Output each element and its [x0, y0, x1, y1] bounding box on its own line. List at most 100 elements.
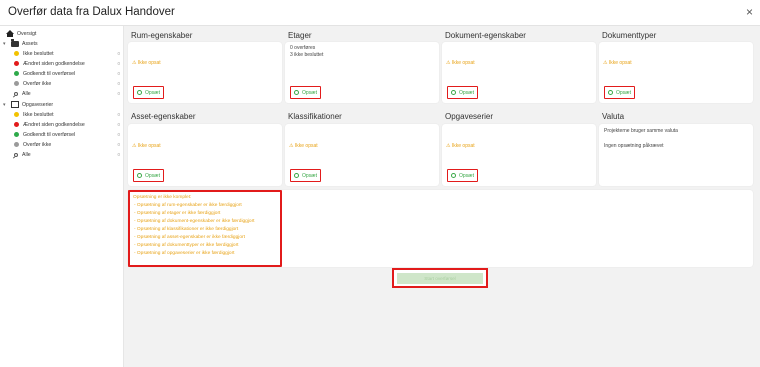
status-dot-icon	[14, 122, 19, 127]
sidebar-item-label: Ændret siden godkendelse	[23, 121, 85, 128]
status-dot-icon	[14, 81, 19, 86]
card-task-series: ⚠ Ikke opsat Opsæt	[442, 124, 596, 186]
sidebar-group-assets[interactable]: ▾ Assets	[0, 39, 124, 48]
warning-line: - Opsætning af opgaveserier er ikke færd…	[134, 251, 235, 256]
section-title: Dokumenttyper	[602, 31, 657, 40]
chevron-down-icon[interactable]: ▾	[3, 41, 6, 47]
warning-line: - Opsætning af rum-egenskaber er ikke fæ…	[134, 203, 242, 208]
info-line: Ingen opsætning påkrævet	[604, 143, 664, 149]
title-bar: Overfør data fra Dalux Handover ×	[0, 0, 760, 26]
card-document-types: ⚠ Ikke opsat Opsæt	[599, 42, 753, 103]
setup-button[interactable]: Opsæt	[447, 169, 479, 182]
button-label: Opsæt	[302, 89, 318, 96]
window-title: Overfør data fra Dalux Handover	[8, 6, 175, 18]
sidebar-item-label: Oversigt	[17, 30, 37, 37]
setup-button[interactable]: Opsæt	[133, 86, 165, 99]
sidebar-item-tasks-all[interactable]: Alle 0	[0, 150, 124, 159]
gear-icon	[294, 173, 299, 178]
warning-line: - Opsætning af etager er ikke færdiggjor…	[134, 211, 221, 216]
gear-icon	[451, 90, 456, 95]
setup-button[interactable]: Opsæt	[447, 86, 479, 99]
setup-button[interactable]: Opsæt	[604, 86, 636, 99]
section-title: Valuta	[602, 112, 625, 121]
section-title: Etager	[288, 31, 312, 40]
sidebar-item-label: Godkendt til overførsel	[23, 70, 76, 77]
warning-line: - Opsætning af klassifikationer er ikke …	[134, 227, 239, 232]
sidebar-item-label: Overfør ikke	[23, 141, 52, 148]
sidebar-item-tasks-approved[interactable]: Godkendt til overførsel 0	[0, 130, 124, 139]
info-line: 3 ikke besluttet	[290, 52, 324, 58]
item-count: 0	[117, 91, 120, 96]
warning-line: - Opsætning af asset-egenskaber er ikke …	[134, 235, 245, 240]
close-icon[interactable]: ×	[746, 5, 753, 19]
section-title: Rum-egenskaber	[131, 31, 193, 40]
section-title: Asset-egenskaber	[131, 112, 196, 121]
home-icon	[6, 29, 14, 37]
status-dot-icon	[14, 71, 19, 76]
warning-line: - Opsætning af dokumenttyper er ikke fær…	[134, 243, 239, 248]
gear-icon	[137, 90, 142, 95]
sidebar-item-label: Overfør ikke	[23, 80, 52, 87]
sidebar-item-label: Alle	[22, 151, 31, 158]
not-setup-status: ⚠ Ikke opsat	[446, 60, 475, 66]
item-count: 0	[117, 112, 120, 117]
item-count: 0	[117, 61, 120, 66]
start-transfer-label: Start overførsel	[397, 272, 483, 284]
warning-line: - Opsætning af dokument-egenskaber er ik…	[134, 219, 255, 224]
not-setup-status: ⚠ Ikke opsat	[132, 60, 161, 66]
item-count: 0	[117, 81, 120, 86]
button-label: Opsæt	[145, 89, 161, 96]
tasks-icon	[11, 101, 19, 108]
gear-icon	[294, 90, 299, 95]
status-dot-icon	[14, 112, 19, 117]
sidebar-item-tasks-changed[interactable]: Ændret siden godkendelse 0	[0, 120, 124, 129]
sidebar-item-label: Alle	[22, 90, 31, 97]
not-setup-status: ⚠ Ikke opsat	[603, 60, 632, 66]
not-setup-status: ⚠ Ikke opsat	[446, 143, 475, 149]
status-dot-icon	[14, 142, 19, 147]
setup-button[interactable]: Opsæt	[133, 169, 165, 182]
status-dot-icon	[14, 51, 19, 56]
sidebar-item-label: Ikke besluttet	[23, 111, 54, 118]
warning-header: Opsætning er ikke komplet:	[133, 195, 192, 200]
item-count: 0	[117, 152, 120, 157]
sidebar-item-tasks-undecided[interactable]: Ikke besluttet 0	[0, 110, 124, 119]
item-count: 0	[117, 51, 120, 56]
sidebar-item-assets-approved[interactable]: Godkendt til overførsel 0	[0, 69, 124, 78]
gear-icon	[137, 173, 142, 178]
card-asset-properties: ⚠ Ikke opsat Opsæt	[128, 124, 282, 186]
search-icon	[14, 152, 18, 157]
button-label: Opsæt	[302, 172, 318, 179]
sidebar-item-assets-all[interactable]: Alle 0	[0, 89, 124, 98]
card-floors: 0 overføres 3 ikke besluttet Opsæt	[285, 42, 439, 103]
sidebar-item-label: Ændret siden godkendelse	[23, 60, 85, 67]
gear-icon	[608, 90, 613, 95]
card-currency: Projekterne bruger samme valuta Ingen op…	[599, 124, 753, 186]
gear-icon	[451, 173, 456, 178]
status-dot-icon	[14, 61, 19, 66]
start-transfer-button[interactable]: Start overførsel	[392, 268, 488, 288]
sidebar-item-assets-undecided[interactable]: Ikke besluttet 0	[0, 49, 124, 58]
item-count: 0	[117, 142, 120, 147]
incomplete-setup-warning: Opsætning er ikke komplet: - Opsætning a…	[128, 190, 282, 267]
sidebar-item-assets-skip[interactable]: Overfør ikke 0	[0, 79, 124, 88]
section-title: Dokument-egenskaber	[445, 31, 526, 40]
button-label: Opsæt	[459, 172, 475, 179]
sidebar-group-label: Opgaveserier	[22, 101, 54, 108]
setup-button[interactable]: Opsæt	[290, 169, 322, 182]
sidebar-item-tasks-skip[interactable]: Overfør ikke 0	[0, 140, 124, 149]
sidebar-item-overview[interactable]: Oversigt	[0, 29, 124, 38]
sidebar-item-assets-changed[interactable]: Ændret siden godkendelse 0	[0, 59, 124, 68]
chevron-down-icon[interactable]: ▾	[3, 102, 6, 108]
setup-button[interactable]: Opsæt	[290, 86, 322, 99]
sidebar-group-tasks[interactable]: ▾ Opgaveserier	[0, 100, 124, 109]
sidebar-group-label: Assets	[22, 40, 38, 47]
sidebar: Oversigt ▾ Assets Ikke besluttet 0 Ændre…	[0, 26, 124, 367]
item-count: 0	[117, 122, 120, 127]
button-label: Opsæt	[459, 89, 475, 96]
not-setup-status: ⚠ Ikke opsat	[132, 143, 161, 149]
sidebar-item-label: Ikke besluttet	[23, 50, 54, 57]
item-count: 0	[117, 71, 120, 76]
not-setup-status: ⚠ Ikke opsat	[289, 143, 318, 149]
card-room-properties: ⚠ Ikke opsat Opsæt	[128, 42, 282, 103]
